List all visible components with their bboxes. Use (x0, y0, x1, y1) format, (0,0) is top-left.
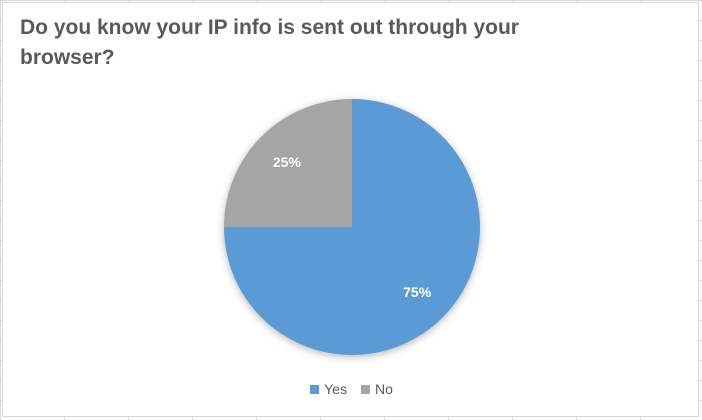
legend-swatch-yes (310, 384, 320, 394)
legend-swatch-no (360, 384, 370, 394)
pie-chart: 75% 25% (224, 99, 480, 357)
data-label-no: 25% (273, 154, 302, 170)
data-label-yes: 75% (403, 284, 432, 300)
legend-label-yes: Yes (324, 381, 347, 397)
legend-item-no: No (360, 381, 393, 397)
spreadsheet-background: Do you know your IP info is sent out thr… (0, 0, 702, 420)
legend-item-yes: Yes (310, 381, 347, 397)
legend-label-no: No (374, 381, 393, 397)
chart-area[interactable]: Do you know your IP info is sent out thr… (2, 2, 699, 417)
chart-legend: Yes No (3, 381, 700, 397)
